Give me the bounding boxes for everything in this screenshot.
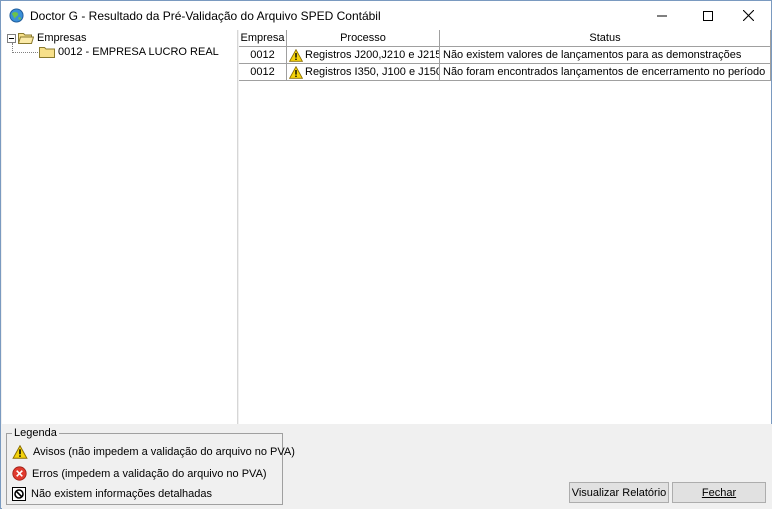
cell-status: Não foram encontrados lançamentos de enc…	[440, 64, 771, 81]
title-bar: Doctor G - Resultado da Pré-Validação do…	[1, 1, 771, 30]
legend-no-info-label: Não existem informações detalhadas	[31, 488, 212, 500]
column-header-status[interactable]: Status	[440, 30, 771, 47]
processo-text: Registros I350, J100 e J150	[305, 66, 440, 78]
legend-item-errors: Erros (impedem a validação do arquivo no…	[12, 466, 267, 481]
close-button[interactable]	[725, 1, 771, 30]
tree-item-company[interactable]: 0012 - EMPRESA LUCRO REAL	[39, 45, 219, 59]
tree-root-label: Empresas	[37, 32, 87, 44]
close-dialog-label: Fechar	[701, 486, 737, 499]
column-header-empresa[interactable]: Empresa	[239, 30, 287, 47]
column-header-processo[interactable]: Processo	[287, 30, 440, 47]
results-grid[interactable]: Empresa Processo Status 0012 Registros J…	[239, 30, 771, 424]
legend-item-no-info: Não existem informações detalhadas	[12, 487, 212, 501]
folder-icon	[39, 47, 55, 58]
legend-warning-label: Avisos (não impedem a validação do arqui…	[33, 446, 295, 458]
app-globe-icon	[9, 8, 24, 23]
warning-icon	[12, 445, 28, 459]
error-icon	[12, 466, 27, 481]
close-icon	[742, 10, 754, 21]
grid-header: Empresa Processo Status	[239, 30, 771, 47]
legend-title: Legenda	[12, 427, 59, 439]
maximize-icon	[703, 10, 713, 21]
cell-status: Não existem valores de lançamentos para …	[440, 47, 771, 64]
legend-error-label: Erros (impedem a validação do arquivo no…	[32, 467, 267, 480]
view-report-button[interactable]: Visualizar Relatório	[569, 482, 669, 503]
cell-processo: Registros J200,J210 e J215	[287, 47, 440, 64]
legend-group: Legenda Avisos (não impedem a validação …	[6, 427, 295, 505]
window-title: Doctor G - Resultado da Pré-Validação do…	[30, 9, 381, 23]
open-folder-icon	[18, 33, 34, 44]
tree-connector	[12, 52, 38, 53]
legend-item-warnings: Avisos (não impedem a validação do arqui…	[12, 445, 295, 459]
cell-empresa: 0012	[239, 64, 287, 81]
company-tree[interactable]: Empresas 0012 - EMPRESA LUCRO REAL	[2, 30, 237, 424]
close-dialog-button[interactable]: Fechar	[672, 482, 766, 503]
table-row[interactable]: 0012 Registros I350, J100 e J150 Não for…	[239, 64, 771, 81]
table-row[interactable]: 0012 Registros J200,J210 e J215 Não exis…	[239, 47, 771, 64]
tree-item-label: 0012 - EMPRESA LUCRO REAL	[58, 46, 219, 58]
no-info-icon	[12, 487, 26, 501]
cell-empresa: 0012	[239, 47, 287, 64]
minimize-icon	[657, 15, 667, 16]
bottom-panel: Legenda Avisos (não impedem a validação …	[2, 424, 772, 509]
processo-text: Registros J200,J210 e J215	[305, 49, 440, 61]
tree-root-empresas[interactable]: Empresas	[7, 31, 87, 45]
collapse-icon[interactable]	[7, 33, 16, 43]
view-report-label: Visualizar Relatório	[571, 486, 667, 499]
minimize-button[interactable]	[639, 1, 685, 30]
main-window: Doctor G - Resultado da Pré-Validação do…	[0, 0, 772, 509]
warning-icon	[289, 65, 303, 79]
warning-icon	[289, 48, 303, 62]
cell-processo: Registros I350, J100 e J150	[287, 64, 440, 81]
